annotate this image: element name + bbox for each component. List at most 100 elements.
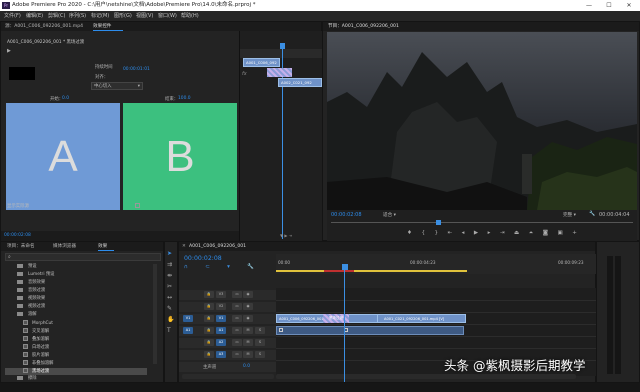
tree-item[interactable]: 音频效果: [17, 280, 45, 286]
eye-icon[interactable]: ◉: [243, 315, 253, 322]
slip-tool-icon[interactable]: ↔: [167, 292, 177, 303]
alignment-select[interactable]: 中心切入 ▾: [91, 82, 143, 90]
start-value[interactable]: 0.0: [62, 96, 69, 101]
timeline-timecode[interactable]: 00:00:02:08: [184, 255, 222, 262]
razor-tool-icon[interactable]: ✂: [167, 281, 177, 292]
lift-icon[interactable]: ⏏: [514, 230, 519, 238]
menu-sequence[interactable]: 序列(S): [69, 11, 86, 21]
effect-controls-timecode[interactable]: 00:00:02:08: [4, 233, 31, 238]
wrench-icon[interactable]: 🔧: [589, 211, 595, 217]
filter-icon[interactable]: ▼: [280, 233, 283, 238]
effects-scrollbar[interactable]: [153, 264, 157, 364]
tree-item[interactable]: 音频过渡: [17, 288, 45, 294]
menu-clip[interactable]: 剪辑(C): [48, 11, 65, 21]
track-label[interactable]: V3: [216, 291, 226, 298]
sync-lock-icon[interactable]: ▭: [232, 351, 242, 358]
track-label[interactable]: A3: [216, 351, 226, 358]
menu-view[interactable]: 视图(V): [136, 11, 153, 21]
timeline-horizontal-scrollbar[interactable]: [276, 374, 576, 379]
track-lock-icon[interactable]: 🔒: [204, 327, 214, 334]
eye-icon[interactable]: ◉: [243, 303, 253, 310]
mute-button[interactable]: M: [243, 327, 253, 334]
track-lock-icon[interactable]: 🔒: [204, 291, 214, 298]
play-icon[interactable]: ▶: [284, 233, 287, 238]
show-actual-source-checkbox[interactable]: [135, 203, 140, 208]
menu-file[interactable]: 文件(F): [4, 11, 21, 21]
timeline-ruler[interactable]: 00:00 00:00:04:23 00:00:09:23: [276, 254, 596, 274]
transition-b-preview[interactable]: B: [123, 103, 237, 210]
track-label[interactable]: A1: [216, 327, 226, 334]
track-lock-icon[interactable]: 🔒: [204, 315, 214, 322]
master-value[interactable]: 0.0: [243, 364, 250, 369]
tab-source[interactable]: 源：A001_C006_092206_001.mp4: [5, 22, 83, 31]
mute-button[interactable]: M: [243, 339, 253, 346]
tree-item[interactable]: 预设: [17, 264, 37, 270]
type-tool-icon[interactable]: T: [167, 325, 177, 336]
tree-item[interactable]: 白场过渡: [23, 344, 49, 351]
play-transition-icon[interactable]: ▶: [7, 48, 11, 54]
sync-lock-icon[interactable]: ▭: [232, 315, 242, 322]
sync-lock-icon[interactable]: ▭: [232, 339, 242, 346]
add-button-icon[interactable]: +: [572, 230, 577, 238]
close-button[interactable]: ✕: [619, 0, 639, 11]
tab-program[interactable]: 节目：A001_C006_092206_001: [328, 22, 399, 31]
track-label[interactable]: A2: [216, 339, 226, 346]
tree-item[interactable]: MorphCut: [23, 320, 53, 327]
tree-item[interactable]: 交叉溶解: [23, 328, 49, 335]
track-label[interactable]: V2: [216, 303, 226, 310]
transition-block[interactable]: 黑场过渡: [323, 314, 349, 323]
clip-a1[interactable]: [276, 326, 464, 335]
program-timecode[interactable]: 00:00:02:08: [331, 212, 362, 218]
solo-button[interactable]: S: [255, 327, 265, 334]
add-marker-icon[interactable]: ▾: [227, 264, 230, 270]
track-lock-icon[interactable]: 🔒: [204, 351, 214, 358]
eye-icon[interactable]: ◉: [243, 291, 253, 298]
tree-item[interactable]: 溶解: [17, 312, 37, 318]
tab-sequence[interactable]: A001_C006_092206_001: [189, 242, 246, 251]
program-playhead[interactable]: [436, 220, 441, 225]
timeline-zoom-scrollbar-left[interactable]: [182, 374, 274, 379]
menu-marker[interactable]: 标记(M): [91, 11, 109, 21]
timeline-playhead-handle[interactable]: [342, 264, 348, 270]
menu-graphics[interactable]: 图形(G): [114, 11, 132, 21]
comparison-icon[interactable]: ▣: [558, 230, 563, 238]
work-area-bar[interactable]: [276, 270, 467, 272]
tree-item[interactable]: 视频效果: [17, 296, 45, 302]
program-scrub-bar[interactable]: [331, 222, 633, 223]
linked-selection-icon[interactable]: ⊂: [205, 264, 210, 270]
track-select-tool-icon[interactable]: ⇉: [167, 259, 177, 270]
tree-item[interactable]: 擦除: [17, 376, 37, 382]
track-lock-icon[interactable]: 🔒: [204, 339, 214, 346]
settings-icon[interactable]: 🔧: [247, 264, 254, 270]
menu-edit[interactable]: 编辑(E): [26, 11, 43, 21]
play-button-icon[interactable]: ▶: [474, 230, 478, 238]
mini-clip-a[interactable]: A001_C006_092: [243, 58, 280, 67]
tree-item[interactable]: Lumetri 预设: [17, 272, 54, 278]
tree-item[interactable]: 非叠加溶解: [23, 360, 53, 367]
solo-button[interactable]: S: [255, 351, 265, 358]
marker-icon[interactable]: ♦: [407, 230, 412, 238]
go-to-out-icon[interactable]: ⇥: [500, 230, 505, 238]
program-video-frame[interactable]: [327, 32, 637, 210]
quality-select[interactable]: 完整 ▾: [563, 212, 576, 218]
mark-out-icon[interactable]: }: [434, 230, 438, 238]
step-back-icon[interactable]: ◂: [462, 230, 465, 238]
close-icon[interactable]: ✕: [182, 242, 186, 251]
sync-lock-icon[interactable]: ▭: [232, 303, 242, 310]
menu-help[interactable]: 帮助(H): [181, 11, 199, 21]
effects-search-input[interactable]: ⌕: [5, 253, 161, 261]
tab-project[interactable]: 项目：未命名: [7, 242, 35, 251]
mini-clip-b[interactable]: A002_C021_092: [278, 78, 322, 87]
step-forward-icon[interactable]: ▸: [488, 230, 491, 238]
clip-v1-b[interactable]: A001_C021_092206_001.mp4 [V]: [377, 314, 466, 323]
transition-a-preview[interactable]: A: [6, 103, 120, 210]
track-label[interactable]: V1: [216, 315, 226, 322]
menu-window[interactable]: 窗口(W): [158, 11, 177, 21]
mini-transition-block[interactable]: [267, 68, 292, 77]
minimize-button[interactable]: —: [579, 0, 599, 11]
export-icon[interactable]: ⇥: [289, 233, 292, 238]
extract-icon[interactable]: ⏶: [529, 230, 533, 238]
track-lock-icon[interactable]: 🔒: [204, 303, 214, 310]
duration-value[interactable]: 00:00:01:01: [123, 67, 150, 72]
fit-select[interactable]: 适合 ▾: [383, 212, 396, 218]
